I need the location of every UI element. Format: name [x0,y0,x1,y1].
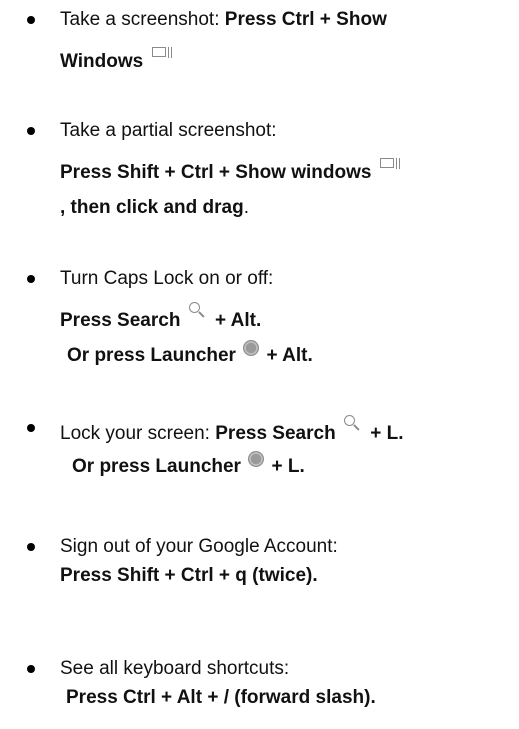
item-command: Or press Launcher [72,456,241,477]
item-line: Or press Launcher + Alt. [67,340,313,369]
item-command: Press Ctrl + Show [224,9,387,30]
search-icon [188,302,208,320]
item-line: Lock your screen: Press Search + L. [60,415,404,447]
item-line: Press Shift + Ctrl + q (twice). [60,563,318,589]
item-line: Windows [60,47,172,75]
item-end: . [243,197,249,218]
item-command: Press Search [215,423,336,444]
item-line: Press Shift + Ctrl + Show windows [60,158,401,186]
launcher-icon [243,340,260,356]
item-intro: Turn Caps Lock on or off: [60,268,274,289]
item-command: Press Shift + Ctrl + q (twice). [60,565,318,586]
item-line: , then click and drag. [60,195,249,221]
search-icon [343,415,363,433]
item-command: + Alt. [261,345,313,366]
item-intro: Sign out of your Google Account: [60,536,338,557]
item-line: Or press Launcher + L. [72,451,305,480]
item-intro: Lock your screen: [60,423,216,444]
item-command: Press Search [60,310,181,331]
item-line: See all keyboard shortcuts: [60,656,289,682]
launcher-icon [248,451,265,467]
item-command: Press Ctrl + Alt + / (forward slash). [66,687,376,708]
item-line: Turn Caps Lock on or off: [60,266,273,292]
bullet [27,16,35,24]
item-command: + Alt. [209,310,262,331]
show-windows-icon [379,158,401,170]
show-windows-icon [151,47,172,59]
item-intro: Take a partial screenshot: [60,120,277,141]
item-intro: See all keyboard shortcuts: [60,658,290,679]
bullet [27,424,35,432]
item-intro: Take a screenshot: [60,9,225,30]
bullet [27,275,35,283]
item-command: , then click and drag [60,197,244,218]
bullet [27,543,35,551]
item-line: Press Search + Alt. [60,302,261,334]
item-command: + L. [364,423,404,444]
item-line: Take a screenshot: Press Ctrl + Show [60,7,387,33]
bullet [27,665,35,673]
item-command: Or press Launcher [67,345,236,366]
item-command: Windows [60,51,144,72]
item-line: Take a partial screenshot: [60,118,277,144]
item-command: + L. [266,456,305,477]
bullet [27,127,35,135]
item-command: Press Shift + Ctrl + Show windows [60,162,372,183]
item-line: Press Ctrl + Alt + / (forward slash). [66,685,376,711]
item-line: Sign out of your Google Account: [60,534,338,560]
